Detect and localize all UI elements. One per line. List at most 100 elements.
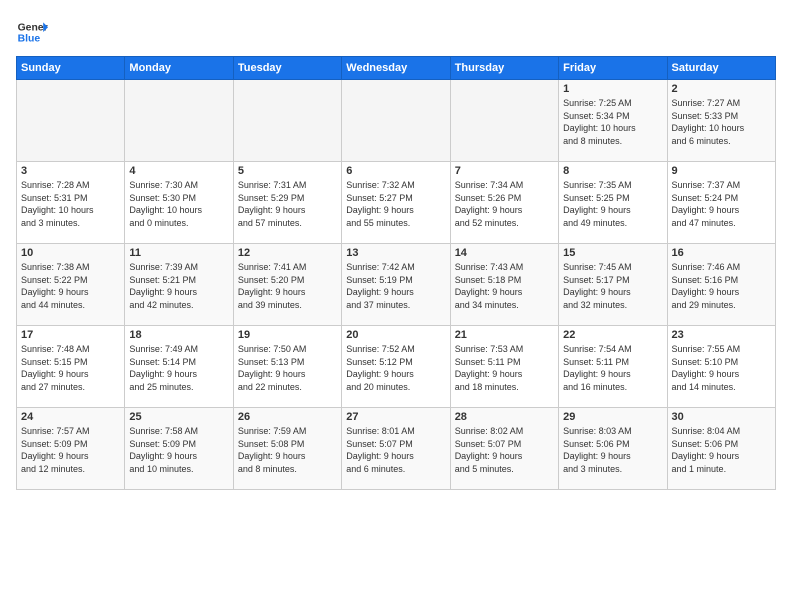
calendar-cell: 13 Sunrise: 7:42 AM Sunset: 5:19 PM Dayli… [342, 244, 450, 326]
page-container: General Blue SundayMondayTuesdayWednesda… [0, 0, 792, 498]
day-info: Sunrise: 7:31 AM Sunset: 5:29 PM Dayligh… [238, 179, 337, 229]
day-number: 21 [455, 329, 554, 341]
calendar-cell: 20Sunrise: 7:52 AM Sunset: 5:12 PM Dayli… [342, 326, 450, 408]
day-number: 29 [563, 411, 662, 423]
day-number: 11 [129, 247, 228, 259]
day-info: Sunrise: 7:32 AM Sunset: 5:27 PM Dayligh… [346, 179, 445, 229]
day-info: Sunrise: 7:27 AM Sunset: 5:33 PM Dayligh… [672, 97, 771, 147]
day-number: 30 [672, 411, 771, 423]
calendar-cell: 2 Sunrise: 7:27 AM Sunset: 5:33 PM Daylig… [667, 80, 775, 162]
calendar-cell: 28 Sunrise: 8:02 AM Sunset: 5:07 PM Dayli… [450, 408, 558, 490]
calendar-cell: 18 Sunrise: 7:49 AM Sunset: 5:14 PM Dayli… [125, 326, 233, 408]
calendar-cell: 10Sunrise: 7:38 AM Sunset: 5:22 PM Dayli… [17, 244, 125, 326]
day-number: 26 [238, 411, 337, 423]
logo-icon: General Blue [16, 16, 48, 48]
calendar-cell: 15 Sunrise: 7:45 AM Sunset: 5:17 PM Dayli… [559, 244, 667, 326]
day-info: Sunrise: 7:43 AM Sunset: 5:18 PM Dayligh… [455, 261, 554, 311]
calendar-week-row: 24 Sunrise: 7:57 AM Sunset: 5:09 PM Dayli… [17, 408, 776, 490]
day-info: Sunrise: 7:54 AM Sunset: 5:11 PM Dayligh… [563, 343, 662, 393]
calendar-week-row: 3 Sunrise: 7:28 AM Sunset: 5:31 PM Daylig… [17, 162, 776, 244]
day-number: 15 [563, 247, 662, 259]
day-info: Sunrise: 7:53 AM Sunset: 5:11 PM Dayligh… [455, 343, 554, 393]
day-info: Sunrise: 7:57 AM Sunset: 5:09 PM Dayligh… [21, 425, 120, 475]
day-info: Sunrise: 8:02 AM Sunset: 5:07 PM Dayligh… [455, 425, 554, 475]
calendar-cell: 23Sunrise: 7:55 AM Sunset: 5:10 PM Dayli… [667, 326, 775, 408]
weekday-header-saturday: Saturday [667, 57, 775, 80]
day-info: Sunrise: 7:37 AM Sunset: 5:24 PM Dayligh… [672, 179, 771, 229]
calendar-cell [342, 80, 450, 162]
day-number: 18 [129, 329, 228, 341]
day-number: 23 [672, 329, 771, 341]
weekday-header-thursday: Thursday [450, 57, 558, 80]
calendar-week-row: 10Sunrise: 7:38 AM Sunset: 5:22 PM Dayli… [17, 244, 776, 326]
calendar-cell: 9Sunrise: 7:37 AM Sunset: 5:24 PM Daylig… [667, 162, 775, 244]
day-info: Sunrise: 7:59 AM Sunset: 5:08 PM Dayligh… [238, 425, 337, 475]
day-number: 7 [455, 165, 554, 177]
calendar-cell [125, 80, 233, 162]
calendar-week-row: 1 Sunrise: 7:25 AM Sunset: 5:34 PM Daylig… [17, 80, 776, 162]
page-header: General Blue [16, 16, 776, 48]
day-number: 12 [238, 247, 337, 259]
weekday-header-tuesday: Tuesday [233, 57, 341, 80]
day-info: Sunrise: 7:28 AM Sunset: 5:31 PM Dayligh… [21, 179, 120, 229]
calendar-week-row: 17 Sunrise: 7:48 AM Sunset: 5:15 PM Dayli… [17, 326, 776, 408]
day-info: Sunrise: 7:41 AM Sunset: 5:20 PM Dayligh… [238, 261, 337, 311]
day-number: 24 [21, 411, 120, 423]
svg-text:Blue: Blue [18, 34, 41, 45]
day-info: Sunrise: 7:49 AM Sunset: 5:14 PM Dayligh… [129, 343, 228, 393]
day-number: 1 [563, 83, 662, 95]
day-number: 2 [672, 83, 771, 95]
calendar-cell: 11 Sunrise: 7:39 AM Sunset: 5:21 PM Dayli… [125, 244, 233, 326]
day-info: Sunrise: 8:01 AM Sunset: 5:07 PM Dayligh… [346, 425, 445, 475]
day-info: Sunrise: 8:04 AM Sunset: 5:06 PM Dayligh… [672, 425, 771, 475]
calendar-cell: 21 Sunrise: 7:53 AM Sunset: 5:11 PM Dayli… [450, 326, 558, 408]
day-number: 25 [129, 411, 228, 423]
calendar-cell: 16 Sunrise: 7:46 AM Sunset: 5:16 PM Dayli… [667, 244, 775, 326]
calendar-cell: 6Sunrise: 7:32 AM Sunset: 5:27 PM Daylig… [342, 162, 450, 244]
calendar-cell [233, 80, 341, 162]
calendar-cell: 27 Sunrise: 8:01 AM Sunset: 5:07 PM Dayli… [342, 408, 450, 490]
calendar-cell: 29Sunrise: 8:03 AM Sunset: 5:06 PM Dayli… [559, 408, 667, 490]
day-info: Sunrise: 7:46 AM Sunset: 5:16 PM Dayligh… [672, 261, 771, 311]
calendar-cell: 22 Sunrise: 7:54 AM Sunset: 5:11 PM Dayli… [559, 326, 667, 408]
day-number: 8 [563, 165, 662, 177]
day-number: 13 [346, 247, 445, 259]
weekday-header-row: SundayMondayTuesdayWednesdayThursdayFrid… [17, 57, 776, 80]
day-number: 17 [21, 329, 120, 341]
day-number: 28 [455, 411, 554, 423]
day-number: 14 [455, 247, 554, 259]
calendar-cell: 8 Sunrise: 7:35 AM Sunset: 5:25 PM Daylig… [559, 162, 667, 244]
day-info: Sunrise: 7:42 AM Sunset: 5:19 PM Dayligh… [346, 261, 445, 311]
day-info: Sunrise: 7:39 AM Sunset: 5:21 PM Dayligh… [129, 261, 228, 311]
calendar-cell: 5 Sunrise: 7:31 AM Sunset: 5:29 PM Daylig… [233, 162, 341, 244]
weekday-header-sunday: Sunday [17, 57, 125, 80]
calendar-cell: 1 Sunrise: 7:25 AM Sunset: 5:34 PM Daylig… [559, 80, 667, 162]
calendar-cell: 4Sunrise: 7:30 AM Sunset: 5:30 PM Daylig… [125, 162, 233, 244]
calendar-table: SundayMondayTuesdayWednesdayThursdayFrid… [16, 56, 776, 490]
day-info: Sunrise: 7:50 AM Sunset: 5:13 PM Dayligh… [238, 343, 337, 393]
logo: General Blue [16, 16, 48, 48]
day-number: 4 [129, 165, 228, 177]
day-number: 5 [238, 165, 337, 177]
day-number: 16 [672, 247, 771, 259]
calendar-cell: 17 Sunrise: 7:48 AM Sunset: 5:15 PM Dayli… [17, 326, 125, 408]
weekday-header-monday: Monday [125, 57, 233, 80]
day-info: Sunrise: 7:58 AM Sunset: 5:09 PM Dayligh… [129, 425, 228, 475]
day-number: 3 [21, 165, 120, 177]
day-info: Sunrise: 7:34 AM Sunset: 5:26 PM Dayligh… [455, 179, 554, 229]
calendar-cell: 12 Sunrise: 7:41 AM Sunset: 5:20 PM Dayli… [233, 244, 341, 326]
calendar-cell: 19 Sunrise: 7:50 AM Sunset: 5:13 PM Dayli… [233, 326, 341, 408]
weekday-header-wednesday: Wednesday [342, 57, 450, 80]
day-info: Sunrise: 7:25 AM Sunset: 5:34 PM Dayligh… [563, 97, 662, 147]
calendar-cell: 7 Sunrise: 7:34 AM Sunset: 5:26 PM Daylig… [450, 162, 558, 244]
calendar-cell: 30 Sunrise: 8:04 AM Sunset: 5:06 PM Dayli… [667, 408, 775, 490]
day-number: 20 [346, 329, 445, 341]
day-info: Sunrise: 7:48 AM Sunset: 5:15 PM Dayligh… [21, 343, 120, 393]
day-info: Sunrise: 7:35 AM Sunset: 5:25 PM Dayligh… [563, 179, 662, 229]
day-number: 27 [346, 411, 445, 423]
calendar-cell: 24 Sunrise: 7:57 AM Sunset: 5:09 PM Dayli… [17, 408, 125, 490]
day-number: 22 [563, 329, 662, 341]
day-number: 19 [238, 329, 337, 341]
calendar-cell: 14 Sunrise: 7:43 AM Sunset: 5:18 PM Dayli… [450, 244, 558, 326]
day-info: Sunrise: 7:45 AM Sunset: 5:17 PM Dayligh… [563, 261, 662, 311]
